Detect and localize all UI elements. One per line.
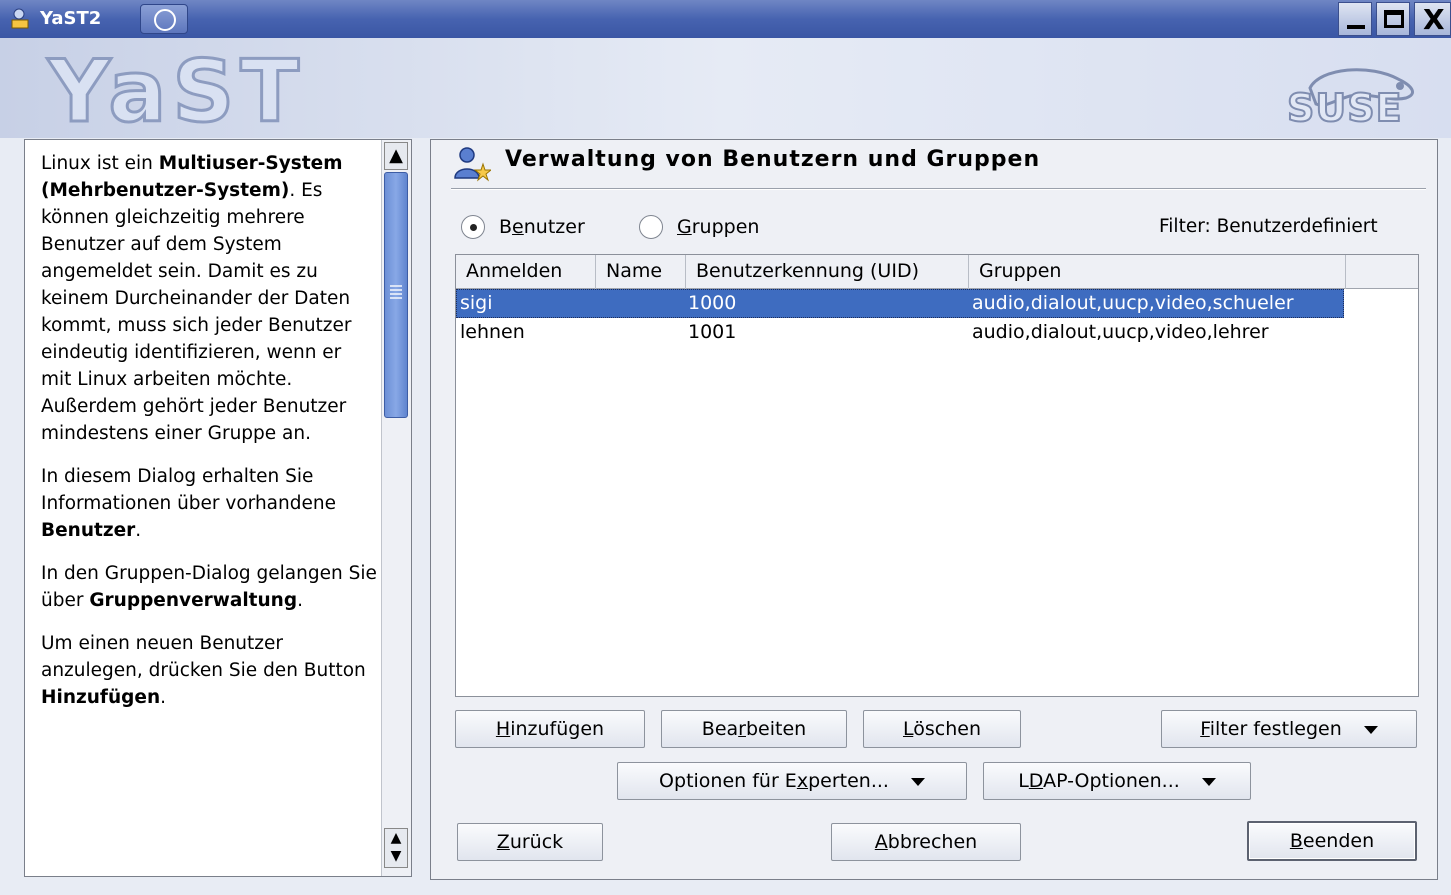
main-panel: Verwaltung von Benutzern und Gruppen Ben… [430, 139, 1438, 880]
expert-options-button[interactable]: Optionen für Experten... [617, 762, 967, 800]
dropdown-arrow-icon [1363, 725, 1378, 734]
back-button[interactable]: Zurück [457, 823, 603, 861]
table-header: Anmelden Name Benutzerkennung (UID) Grup… [456, 255, 1418, 289]
help-text: Linux ist ein Multiuser-System (Mehrbenu… [41, 153, 377, 708]
maximize-icon [1384, 10, 1404, 28]
finish-button[interactable]: Beenden [1247, 821, 1417, 861]
dropdown-arrow-icon [1201, 777, 1216, 786]
yast-logo: YaST [46, 42, 306, 142]
delete-button[interactable]: Löschen [863, 710, 1021, 748]
cell-login: sigi [460, 292, 493, 314]
users-icon [454, 147, 491, 182]
add-button[interactable]: Hinzufügen [455, 710, 645, 748]
title-divider [451, 188, 1426, 190]
scrollbar-thumb[interactable] [384, 172, 408, 418]
users-table[interactable]: Anmelden Name Benutzerkennung (UID) Grup… [455, 254, 1419, 697]
minimize-icon [1347, 25, 1365, 29]
suse-swirl-icon[interactable] [140, 4, 188, 34]
maximize-button[interactable] [1376, 2, 1410, 36]
window-title: YaST2 [40, 8, 102, 29]
radio-groups[interactable]: Gruppen [639, 214, 759, 240]
radio-users-indicator[interactable] [461, 215, 485, 239]
minimize-button[interactable] [1338, 2, 1372, 36]
help-panel: Linux ist ein Multiuser-System (Mehrbenu… [24, 139, 412, 877]
table-row[interactable]: lehnen 1001 audio,dialout,uucp,video,leh… [456, 318, 1344, 347]
set-filter-button[interactable]: Filter festlegen [1161, 710, 1417, 748]
dropdown-arrow-icon [910, 777, 925, 786]
column-header-uid[interactable]: Benutzerkennung (UID) [686, 255, 969, 289]
column-header-login[interactable]: Anmelden [456, 255, 596, 289]
scroll-up-icon[interactable]: ▲ [384, 142, 408, 170]
suse-brand-text: SUSE [1286, 85, 1403, 131]
cell-groups: audio,dialout,uucp,video,lehrer [972, 321, 1269, 343]
cell-groups: audio,dialout,uucp,video,schueler [972, 292, 1294, 314]
filter-status: Filter: Benutzerdefiniert [1159, 216, 1378, 237]
cell-login: lehnen [460, 321, 525, 343]
close-icon: X [1423, 3, 1445, 36]
radio-groups-indicator[interactable] [639, 215, 663, 239]
yast-app-icon [11, 8, 29, 29]
page-title: Verwaltung von Benutzern und Gruppen [505, 147, 1041, 172]
cell-uid: 1000 [688, 292, 737, 314]
abort-button[interactable]: Abbrechen [831, 823, 1021, 861]
close-button[interactable]: X [1414, 2, 1451, 36]
column-header-groups[interactable]: Gruppen [969, 255, 1346, 289]
cell-uid: 1001 [688, 321, 737, 343]
radio-users[interactable]: Benutzer [461, 214, 585, 240]
column-header-name[interactable]: Name [596, 255, 686, 289]
ldap-options-button[interactable]: LDAP-Optionen... [983, 762, 1251, 800]
edit-button[interactable]: Bearbeiten [661, 710, 847, 748]
window-titlebar[interactable]: YaST2 X [0, 0, 1451, 38]
table-row[interactable]: sigi 1000 audio,dialout,uucp,video,schue… [456, 289, 1344, 318]
yast-header-banner: YaST SUSE [0, 38, 1451, 138]
scroll-step-icon[interactable]: ▲ ▼ [384, 828, 408, 868]
help-scrollbar[interactable]: ▲ ▲ ▼ [381, 140, 411, 876]
